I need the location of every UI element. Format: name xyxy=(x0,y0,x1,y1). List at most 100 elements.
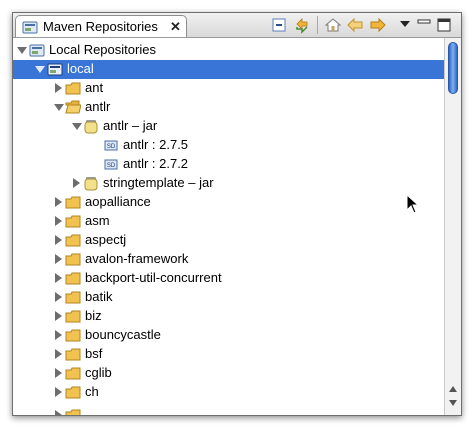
tree-node-version[interactable]: SD antlr : 2.7.5 xyxy=(13,136,445,155)
tree-node-folder[interactable]: backport-util-concurrent xyxy=(13,269,445,288)
toolbar-separator xyxy=(317,16,318,34)
tree-node-local[interactable]: local xyxy=(13,60,445,79)
tree-node-artifact[interactable]: antlr – jar xyxy=(13,117,445,136)
collapsed-twisty-icon[interactable] xyxy=(55,292,62,302)
tree-label: antlr : 2.7.5 xyxy=(123,137,189,152)
folder-icon xyxy=(65,348,81,361)
tree-node-folder[interactable]: bouncycastle xyxy=(13,326,445,345)
artifact-version-icon: SD xyxy=(104,159,118,170)
tree-label: ant xyxy=(85,80,104,95)
tab-maven-repositories[interactable]: Maven Repositories ✕ xyxy=(15,15,187,37)
tree-label: backport-util-concurrent xyxy=(85,270,222,285)
tree-label: avalon-framework xyxy=(85,251,189,266)
jar-icon xyxy=(84,120,98,134)
scroll-up-arrow-icon[interactable] xyxy=(448,385,458,393)
tree-label: antlr – jar xyxy=(103,118,158,133)
tree-label: biz xyxy=(85,308,102,323)
collapsed-twisty-icon[interactable] xyxy=(55,410,62,415)
folder-icon xyxy=(65,310,81,323)
mouse-pointer-icon xyxy=(406,194,420,214)
vertical-scrollbar[interactable] xyxy=(444,38,461,415)
tree-node-local-repositories[interactable]: Local Repositories xyxy=(13,41,445,60)
repository-icon xyxy=(22,21,38,34)
tree-node-folder[interactable]: aopalliance xyxy=(13,193,445,212)
back-icon[interactable] xyxy=(346,16,364,34)
repository-tree: Local Repositories local ant antlr antlr… xyxy=(13,38,445,415)
folder-icon xyxy=(65,196,81,209)
tree-node-folder[interactable]: antlr xyxy=(13,98,445,117)
tree-node-folder[interactable]: cglib xyxy=(13,364,445,383)
folder-icon xyxy=(65,409,81,415)
collapsed-twisty-icon[interactable] xyxy=(55,387,62,397)
folder-icon xyxy=(65,272,81,285)
tree-node-artifact[interactable]: stringtemplate – jar xyxy=(13,174,445,193)
repository-group-icon xyxy=(29,44,45,57)
expanded-twisty-icon[interactable] xyxy=(54,104,64,111)
tree-node-folder[interactable]: aspectj xyxy=(13,231,445,250)
collapsed-twisty-icon[interactable] xyxy=(55,235,62,245)
tree-label: batik xyxy=(85,289,113,304)
svg-text:SD: SD xyxy=(107,144,116,150)
collapsed-twisty-icon[interactable] xyxy=(55,330,62,340)
collapsed-twisty-icon[interactable] xyxy=(55,311,62,321)
tree-node-folder[interactable]: biz xyxy=(13,307,445,326)
minimize-icon[interactable] xyxy=(415,16,433,34)
tree-node-folder[interactable]: ch xyxy=(13,383,445,402)
jar-icon xyxy=(84,177,98,191)
tree-label: stringtemplate – jar xyxy=(103,175,214,190)
expanded-twisty-icon[interactable] xyxy=(72,123,82,130)
collapsed-twisty-icon[interactable] xyxy=(55,197,62,207)
collapsed-twisty-icon[interactable] xyxy=(55,273,62,283)
tree-node-folder[interactable]: asm xyxy=(13,212,445,231)
artifact-version-icon: SD xyxy=(104,140,118,151)
tree-label: bouncycastle xyxy=(85,327,161,342)
view-title: Maven Repositories xyxy=(43,19,158,34)
folder-icon xyxy=(65,215,81,228)
collapsed-twisty-icon[interactable] xyxy=(55,254,62,264)
folder-icon xyxy=(65,291,81,304)
folder-icon xyxy=(65,329,81,342)
expanded-twisty-icon[interactable] xyxy=(17,47,27,54)
maven-repositories-view: Maven Repositories ✕ Local Repositories … xyxy=(12,12,462,416)
close-icon[interactable]: ✕ xyxy=(170,19,181,35)
tree-node-version[interactable]: SD antlr : 2.7.2 xyxy=(13,155,445,174)
tree-label: aopalliance xyxy=(85,194,151,209)
maximize-icon[interactable] xyxy=(435,16,453,34)
expanded-twisty-icon[interactable] xyxy=(35,66,45,73)
tree-label: bsf xyxy=(85,346,103,361)
collapsed-twisty-icon[interactable] xyxy=(55,83,62,93)
collapsed-twisty-icon[interactable] xyxy=(55,216,62,226)
tree-label: local xyxy=(67,61,94,76)
collapsed-twisty-icon[interactable] xyxy=(55,368,62,378)
forward-icon[interactable] xyxy=(369,16,387,34)
tree-label: aspectj xyxy=(85,232,127,247)
folder-icon xyxy=(65,367,81,380)
tree-node-folder[interactable]: batik xyxy=(13,288,445,307)
svg-text:SD: SD xyxy=(107,163,116,169)
folder-icon xyxy=(65,82,81,95)
tree-node-folder[interactable]: ant xyxy=(13,79,445,98)
folder-icon xyxy=(65,386,81,399)
tree-node-folder[interactable]: avalon-framework xyxy=(13,250,445,269)
refresh-icon[interactable] xyxy=(293,16,311,34)
folder-icon xyxy=(65,253,81,266)
tree-label: ch xyxy=(85,384,99,399)
scroll-down-arrow-icon[interactable] xyxy=(448,399,458,407)
tree-label: antlr xyxy=(85,99,111,114)
repository-icon xyxy=(47,63,63,76)
open-folder-icon xyxy=(65,100,81,114)
tree-node-folder[interactable] xyxy=(13,406,445,415)
tree-label: antlr : 2.7.2 xyxy=(123,156,189,171)
collapsed-twisty-icon[interactable] xyxy=(73,178,80,188)
tree-label: asm xyxy=(85,213,110,228)
view-tab-bar: Maven Repositories ✕ xyxy=(13,13,461,38)
collapsed-twisty-icon[interactable] xyxy=(55,349,62,359)
home-icon[interactable] xyxy=(324,16,342,34)
scrollbar-thumb[interactable] xyxy=(448,42,458,94)
tree-label: Local Repositories xyxy=(49,42,156,57)
folder-icon xyxy=(65,234,81,247)
collapse-all-icon[interactable] xyxy=(270,16,288,34)
tree-node-folder[interactable]: bsf xyxy=(13,345,445,364)
view-menu-icon[interactable] xyxy=(396,16,414,34)
tree-label: cglib xyxy=(85,365,112,380)
